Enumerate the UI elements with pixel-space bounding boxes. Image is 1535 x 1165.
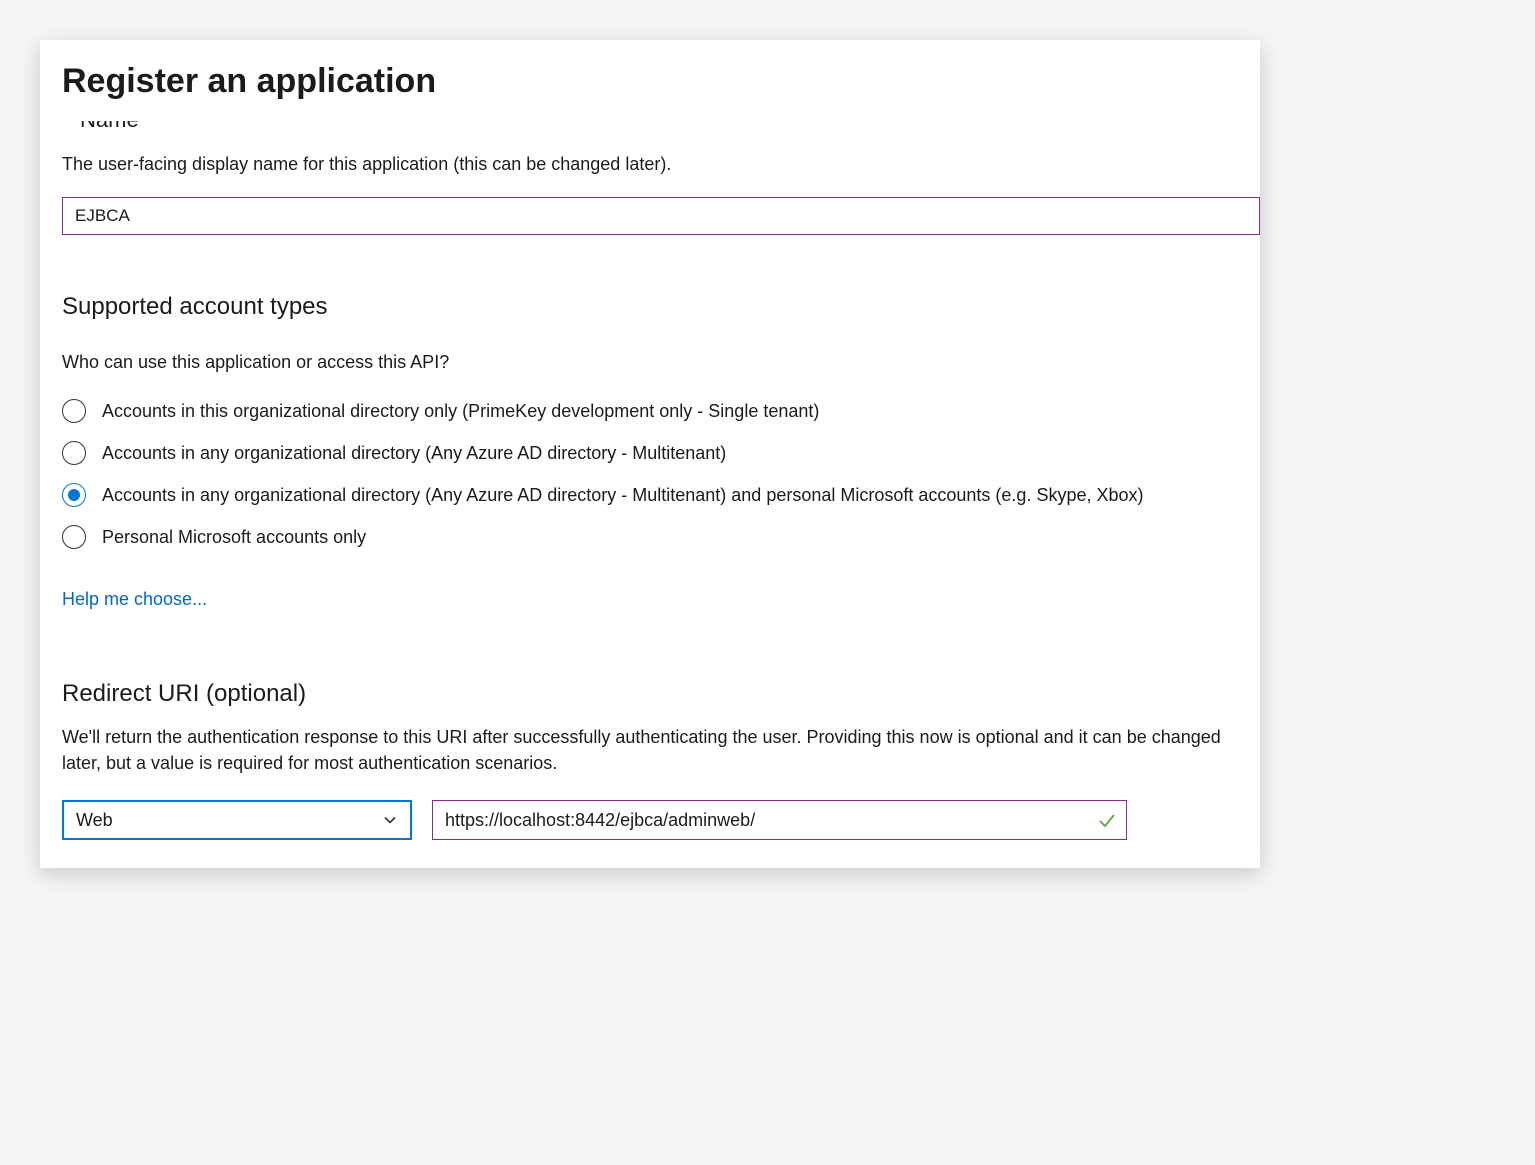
radio-label: Accounts in any organizational directory…: [102, 485, 1144, 506]
account-types-radio-group: Accounts in this organizational director…: [62, 399, 1260, 549]
account-type-option-multitenant-personal[interactable]: Accounts in any organizational directory…: [62, 483, 1260, 507]
redirect-uri-input-wrap: [432, 800, 1127, 840]
radio-label: Personal Microsoft accounts only: [102, 527, 366, 548]
name-label-text: Name: [80, 121, 139, 133]
application-name-input[interactable]: [62, 197, 1260, 235]
checkmark-icon: [1097, 810, 1117, 830]
redirect-uri-title: Redirect URI (optional): [62, 680, 1260, 708]
redirect-uri-description: We'll return the authentication response…: [62, 724, 1260, 776]
redirect-uri-input[interactable]: [432, 800, 1127, 840]
account-type-option-personal-only[interactable]: Personal Microsoft accounts only: [62, 525, 1260, 549]
redirect-uri-row: Web: [62, 800, 1260, 840]
account-type-option-single-tenant[interactable]: Accounts in this organizational director…: [62, 399, 1260, 423]
help-me-choose-link[interactable]: Help me choose...: [62, 589, 207, 609]
name-section-label: ·· Name: [62, 121, 1260, 139]
radio-icon: [62, 441, 86, 465]
radio-icon: [62, 399, 86, 423]
redirect-platform-value: Web: [76, 810, 113, 831]
page-title: Register an application: [62, 62, 1260, 101]
account-type-option-multitenant[interactable]: Accounts in any organizational directory…: [62, 441, 1260, 465]
radio-icon: [62, 483, 86, 507]
account-types-description: Who can use this application or access t…: [62, 349, 1260, 375]
account-types-title: Supported account types: [62, 293, 1260, 321]
redirect-platform-select[interactable]: Web: [62, 800, 412, 840]
register-application-panel: Register an application ·· Name The user…: [40, 40, 1260, 868]
radio-label: Accounts in this organizational director…: [102, 401, 819, 422]
name-description: The user-facing display name for this ap…: [62, 151, 1260, 177]
radio-label: Accounts in any organizational directory…: [102, 443, 726, 464]
radio-icon: [62, 525, 86, 549]
chevron-down-icon: [382, 812, 398, 828]
